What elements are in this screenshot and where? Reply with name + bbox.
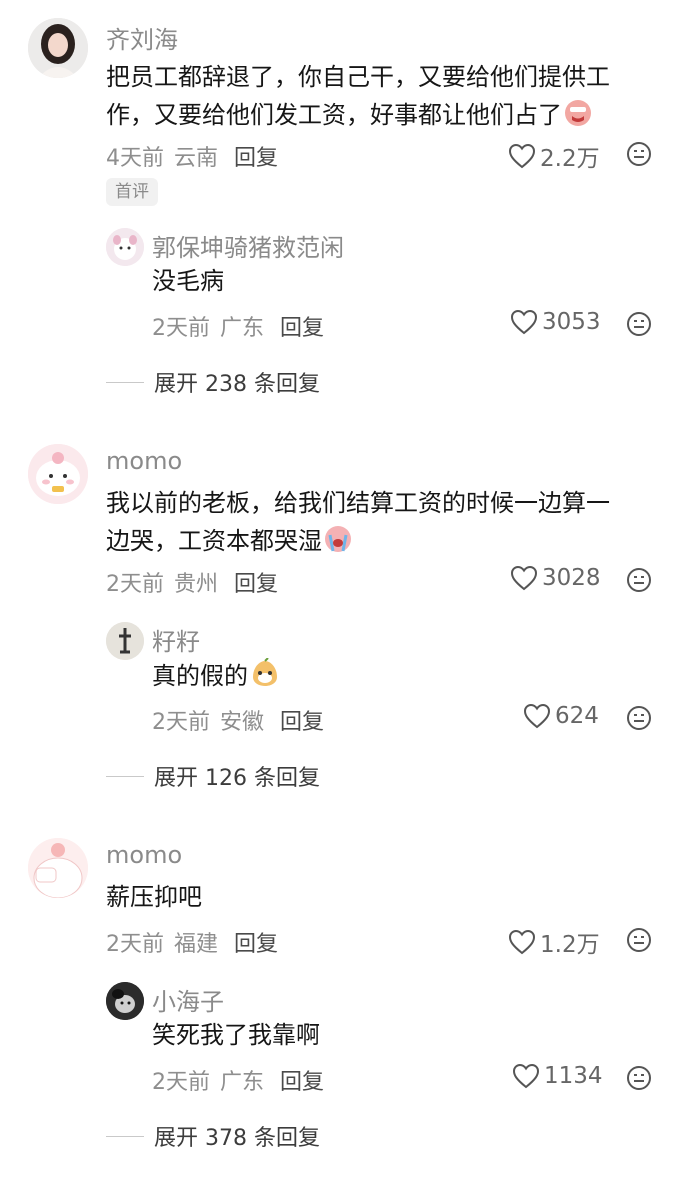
like-count: 3053 bbox=[542, 309, 601, 335]
reply-avatar[interactable] bbox=[106, 622, 144, 660]
loudly-crying-face-emoji-icon bbox=[324, 525, 352, 564]
like-button[interactable]: 1.2万 bbox=[508, 925, 600, 959]
avatar[interactable] bbox=[28, 838, 88, 898]
avatar[interactable] bbox=[28, 444, 88, 504]
reply-avatar[interactable] bbox=[106, 228, 144, 266]
reply-username[interactable]: 郭保坤骑猪救范闲 bbox=[152, 228, 344, 263]
heart-outline-icon bbox=[508, 929, 536, 955]
like-count: 624 bbox=[555, 703, 599, 729]
like-button[interactable]: 3053 bbox=[510, 309, 601, 335]
pear-face-emoji-icon bbox=[250, 657, 280, 699]
reply-meta: 2天前 广东 回复 bbox=[152, 1064, 324, 1096]
like-button[interactable]: 624 bbox=[523, 703, 599, 729]
first-comment-badge: 首评 bbox=[106, 178, 158, 206]
heart-outline-icon bbox=[510, 309, 538, 335]
like-button[interactable]: 2.2万 bbox=[508, 139, 600, 173]
dislike-face-icon[interactable] bbox=[626, 567, 652, 593]
username[interactable]: momo bbox=[106, 841, 182, 869]
reply-button[interactable]: 回复 bbox=[234, 572, 278, 597]
heart-outline-icon bbox=[512, 1063, 540, 1089]
reply-username[interactable]: 籽籽 bbox=[152, 622, 200, 657]
comment-time: 2天前 bbox=[106, 572, 164, 597]
reply-location: 广东 bbox=[220, 316, 265, 341]
reply-meta: 2天前 安徽 回复 bbox=[152, 704, 324, 736]
like-count: 2.2万 bbox=[540, 146, 600, 172]
reply-username[interactable]: 小海子 bbox=[152, 982, 224, 1017]
dislike-face-icon[interactable] bbox=[626, 705, 652, 731]
heart-outline-icon bbox=[510, 565, 538, 591]
reply-button[interactable]: 回复 bbox=[234, 146, 278, 171]
like-button[interactable]: 3028 bbox=[510, 565, 601, 591]
comment-text-line: 作，又要给他们发工资，好事都让他们占了 bbox=[106, 101, 562, 129]
comment-time: 4天前 bbox=[106, 146, 164, 171]
like-count: 3028 bbox=[542, 565, 601, 591]
comment-meta: 2天前 贵州 回复 bbox=[106, 566, 278, 598]
divider bbox=[106, 381, 144, 383]
comment-location: 贵州 bbox=[174, 572, 219, 597]
reply-text-content: 真的假的 bbox=[152, 662, 248, 690]
reply-meta: 2天前 广东 回复 bbox=[152, 310, 324, 342]
reply-time: 2天前 bbox=[152, 710, 210, 735]
reply-avatar[interactable] bbox=[106, 982, 144, 1020]
crying-face-emoji-icon bbox=[564, 99, 592, 138]
dislike-face-icon[interactable] bbox=[626, 1065, 652, 1091]
comment-location: 福建 bbox=[174, 932, 219, 957]
expand-replies-button[interactable]: 展开 378 条回复 bbox=[106, 1120, 320, 1152]
reply-text: 没毛病 bbox=[152, 267, 224, 295]
comment-meta: 2天前 福建 回复 bbox=[106, 926, 278, 958]
comment-location: 云南 bbox=[174, 146, 219, 171]
like-count: 1.2万 bbox=[540, 932, 600, 958]
reply-button[interactable]: 回复 bbox=[280, 710, 324, 735]
comment-text-line: 把员工都辞退了，你自己干，又要给他们提供工 bbox=[106, 63, 610, 91]
like-button[interactable]: 1134 bbox=[512, 1063, 603, 1089]
reply-time: 2天前 bbox=[152, 1070, 210, 1095]
like-count: 1134 bbox=[544, 1063, 603, 1089]
reply-location: 广东 bbox=[220, 1070, 265, 1095]
comment-text: 薪压抑吧 bbox=[106, 883, 202, 911]
heart-outline-icon bbox=[508, 143, 536, 169]
expand-replies-label: 展开 126 条回复 bbox=[154, 766, 320, 791]
reply-button[interactable]: 回复 bbox=[280, 316, 324, 341]
comment-text-line: 我以前的老板，给我们结算工资的时候一边算一 bbox=[106, 489, 610, 517]
reply-button[interactable]: 回复 bbox=[234, 932, 278, 957]
comment-text: 我以前的老板，给我们结算工资的时候一边算一 边哭，工资本都哭湿 bbox=[106, 484, 610, 564]
expand-replies-label: 展开 378 条回复 bbox=[154, 1126, 320, 1151]
username[interactable]: momo bbox=[106, 447, 182, 475]
expand-replies-button[interactable]: 展开 238 条回复 bbox=[106, 366, 320, 398]
divider bbox=[106, 1135, 144, 1137]
comment-meta: 4天前 云南 回复 bbox=[106, 140, 278, 172]
heart-outline-icon bbox=[523, 703, 551, 729]
divider bbox=[106, 775, 144, 777]
avatar[interactable] bbox=[28, 18, 88, 78]
reply-location: 安徽 bbox=[220, 710, 265, 735]
reply-text: 笑死我了我靠啊 bbox=[152, 1021, 320, 1049]
dislike-face-icon[interactable] bbox=[626, 141, 652, 167]
expand-replies-button[interactable]: 展开 126 条回复 bbox=[106, 760, 320, 792]
dislike-face-icon[interactable] bbox=[626, 311, 652, 337]
reply-button[interactable]: 回复 bbox=[280, 1070, 324, 1095]
dislike-face-icon[interactable] bbox=[626, 927, 652, 953]
reply-time: 2天前 bbox=[152, 316, 210, 341]
comment-text: 把员工都辞退了，你自己干，又要给他们提供工 作，又要给他们发工资，好事都让他们占… bbox=[106, 58, 610, 138]
reply-text: 真的假的 bbox=[152, 657, 280, 699]
comment-time: 2天前 bbox=[106, 932, 164, 957]
username[interactable]: 齐刘海 bbox=[106, 20, 178, 55]
comment-text-line: 边哭，工资本都哭湿 bbox=[106, 527, 322, 555]
expand-replies-label: 展开 238 条回复 bbox=[154, 372, 320, 397]
